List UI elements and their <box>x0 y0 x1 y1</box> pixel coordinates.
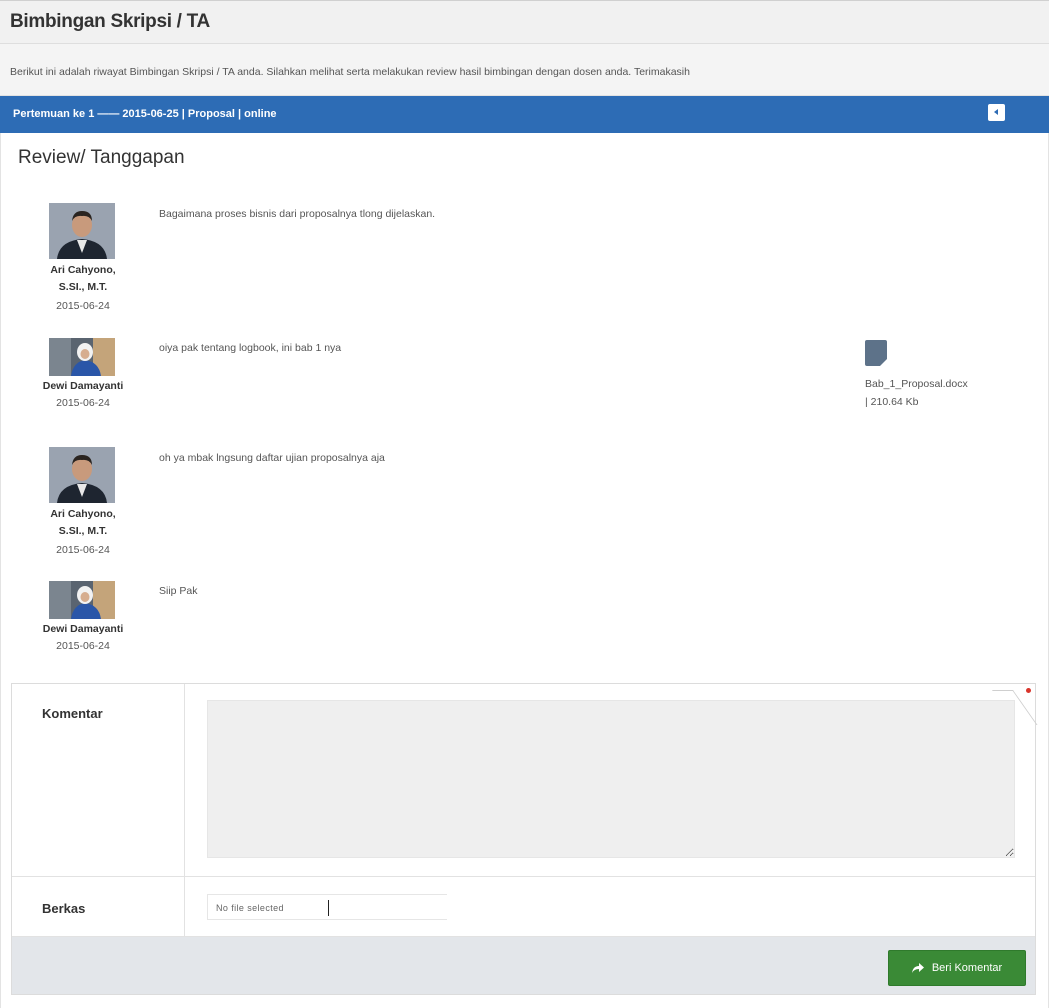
intro-text: Berikut ini adalah riwayat Bimbingan Skr… <box>10 66 690 78</box>
submit-comment-label: Beri Komentar <box>931 962 1003 974</box>
student-photo-icon <box>49 338 115 376</box>
required-indicator <box>1026 688 1031 693</box>
attachment[interactable]: Bab_1_Proposal.docx | 210.64 Kb <box>865 340 1005 408</box>
comment-label: Komentar <box>42 706 103 721</box>
page-header: Bimbingan Skripsi / TA <box>0 0 1049 44</box>
intro-box: Berikut ini adalah riwayat Bimbingan Skr… <box>0 44 1049 96</box>
author-title-line: S.SI., M.T. <box>58 281 108 293</box>
form-column-divider <box>184 684 185 936</box>
meeting-label: Pertemuan ke 1 —— 2015-06-25 | Proposal … <box>13 108 277 120</box>
lecturer-photo-icon <box>49 203 115 259</box>
comment-form: Komentar Berkas No file selected Beri Ko… <box>11 683 1038 995</box>
document-icon[interactable] <box>865 340 887 366</box>
chevron-left-icon <box>994 109 998 115</box>
comment-textarea[interactable] <box>207 700 1015 858</box>
form-footer: Beri Komentar <box>12 937 1035 994</box>
page-title: Bimbingan Skripsi / TA <box>10 11 210 32</box>
collapse-button[interactable] <box>988 104 1005 121</box>
submit-comment-button[interactable]: Beri Komentar <box>888 950 1026 986</box>
form-row-divider <box>12 876 1035 877</box>
lecturer-photo-icon <box>49 447 115 503</box>
comment-text: Siip Pak <box>159 585 198 597</box>
file-input-status: No file selected <box>216 903 284 913</box>
author-name: Dewi Damayanti <box>42 380 124 392</box>
student-photo-icon <box>49 581 115 619</box>
attachment-file-size: | 210.64 Kb <box>865 396 919 408</box>
author-name-line: Ari Cahyono, <box>50 508 116 520</box>
author-title-line: S.SI., M.T. <box>58 525 108 537</box>
author-name-line: Ari Cahyono, <box>50 264 116 276</box>
post-date: 2015-06-24 <box>56 397 110 409</box>
post-date: 2015-06-24 <box>56 640 110 652</box>
post-date: 2015-06-24 <box>56 544 110 556</box>
comment-text: Bagaimana proses bisnis dari proposalnya… <box>159 208 436 220</box>
avatar <box>49 581 115 619</box>
file-label: Berkas <box>42 901 86 916</box>
post-date: 2015-06-24 <box>56 300 110 312</box>
author-name: Dewi Damayanti <box>42 623 124 635</box>
meeting-header[interactable]: Pertemuan ke 1 —— 2015-06-25 | Proposal … <box>0 96 1049 133</box>
attachment-file-name[interactable]: Bab_1_Proposal.docx <box>865 378 1005 390</box>
review-title: Review/ Tanggapan <box>18 147 185 168</box>
file-input[interactable]: No file selected <box>207 894 447 920</box>
avatar <box>49 203 115 259</box>
comment-text: oiya pak tentang logbook, ini bab 1 nya <box>159 342 342 354</box>
avatar <box>49 338 115 376</box>
comment-text: oh ya mbak lngsung daftar ujian proposal… <box>159 452 385 464</box>
author-name: Ari Cahyono, S.SI., M.T. <box>35 506 131 540</box>
file-input-divider <box>328 900 329 916</box>
avatar <box>49 447 115 503</box>
share-arrow-icon <box>911 963 924 973</box>
author-name: Ari Cahyono, S.SI., M.T. <box>35 262 131 296</box>
